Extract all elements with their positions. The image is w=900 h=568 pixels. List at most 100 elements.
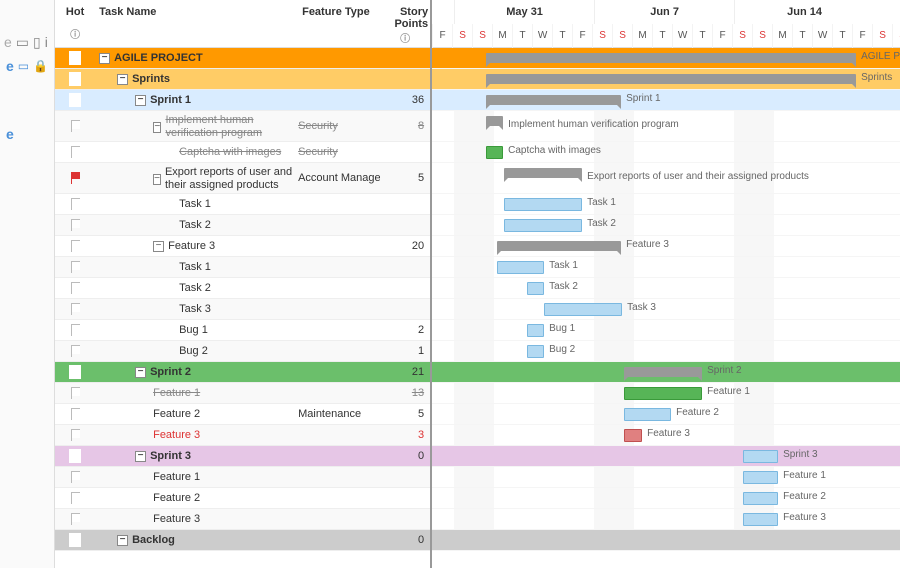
task-row[interactable]: Feature 113 (55, 383, 430, 404)
collapse-toggle[interactable] (117, 535, 128, 546)
task-row[interactable]: Task 1 (55, 194, 430, 215)
gantt-bar[interactable] (743, 471, 778, 484)
gantt-bar[interactable] (624, 387, 702, 400)
col-feature-label[interactable]: Feature Type (302, 6, 370, 18)
gantt-bar[interactable] (624, 429, 642, 442)
flag-icon[interactable] (69, 171, 81, 185)
task-row[interactable]: Task 3 (55, 299, 430, 320)
task-name: Implement human verification program (165, 114, 298, 140)
day-label: S (592, 24, 612, 48)
flag-icon[interactable] (69, 72, 81, 86)
gantt-bar[interactable] (544, 303, 622, 316)
gantt-bar[interactable] (486, 74, 856, 84)
gantt-bar[interactable] (497, 261, 544, 274)
flag-icon[interactable] (69, 93, 81, 107)
flag-icon[interactable] (69, 491, 81, 505)
gantt-bar[interactable] (624, 367, 702, 377)
col-hot-label[interactable]: Hot (66, 6, 84, 18)
task-name: Sprints (132, 73, 170, 85)
flag-icon[interactable] (69, 386, 81, 400)
task-row[interactable]: AGILE PROJECT (55, 48, 430, 69)
task-row[interactable]: Feature 3 (55, 509, 430, 530)
gantt-row: Export reports of user and their assigne… (432, 163, 900, 194)
flag-icon[interactable] (69, 302, 81, 316)
gantt-bar[interactable] (504, 168, 582, 178)
gantt-bar[interactable] (497, 241, 621, 251)
e-icon[interactable]: e (4, 34, 12, 51)
task-row[interactable]: Sprint 30 (55, 446, 430, 467)
flag-icon[interactable] (69, 281, 81, 295)
info-icon[interactable]: i (45, 34, 48, 51)
day-label: M (492, 24, 512, 48)
gantt-bar[interactable] (743, 513, 778, 526)
gantt-bar[interactable] (624, 408, 671, 421)
e-icon[interactable]: e (6, 126, 14, 142)
task-row[interactable]: Feature 2 (55, 488, 430, 509)
info-icon[interactable]: ⓘ (70, 26, 80, 41)
task-row[interactable]: Feature 1 (55, 467, 430, 488)
flag-icon[interactable] (69, 428, 81, 442)
flag-icon[interactable] (69, 407, 81, 421)
lock-icon[interactable]: 🔒 (33, 59, 48, 73)
flag-icon[interactable] (69, 119, 81, 133)
collapse-toggle[interactable] (153, 174, 161, 185)
gantt-bar[interactable] (486, 53, 856, 63)
info-icon[interactable]: ⓘ (400, 30, 410, 45)
task-row[interactable]: Export reports of user and their assigne… (55, 163, 430, 194)
gantt-bar[interactable] (504, 219, 582, 232)
task-row[interactable]: Task 2 (55, 278, 430, 299)
task-name: Bug 1 (179, 324, 208, 336)
collapse-toggle[interactable] (153, 241, 164, 252)
task-row[interactable]: Task 2 (55, 215, 430, 236)
collapse-toggle[interactable] (99, 53, 110, 64)
flag-icon[interactable] (69, 365, 81, 379)
task-row[interactable]: Sprints (55, 69, 430, 90)
day-label: S (612, 24, 632, 48)
gantt-bar[interactable] (527, 324, 544, 337)
task-row[interactable]: Feature 33 (55, 425, 430, 446)
flag-icon[interactable] (69, 218, 81, 232)
flag-icon[interactable] (69, 533, 81, 547)
chat-icon[interactable]: ▭ (16, 34, 29, 51)
task-row[interactable]: Bug 21 (55, 341, 430, 362)
gantt-bar[interactable] (504, 198, 582, 211)
task-row[interactable]: Sprint 221 (55, 362, 430, 383)
flag-icon[interactable] (69, 344, 81, 358)
e-icon[interactable]: e (6, 58, 14, 74)
task-name: Feature 2 (153, 492, 200, 504)
task-row[interactable]: Bug 12 (55, 320, 430, 341)
gantt-bar[interactable] (743, 450, 778, 463)
task-row[interactable]: Backlog0 (55, 530, 430, 551)
flag-icon[interactable] (69, 323, 81, 337)
flag-icon[interactable] (69, 145, 81, 159)
flag-icon[interactable] (69, 260, 81, 274)
flag-icon[interactable] (69, 512, 81, 526)
day-label: F (432, 24, 452, 48)
task-row[interactable]: Implement human verification programSecu… (55, 111, 430, 142)
chat2-icon[interactable]: ▯ (33, 34, 41, 51)
gantt-bar[interactable] (743, 492, 778, 505)
col-task-label[interactable]: Task Name (99, 6, 156, 18)
collapse-toggle[interactable] (117, 74, 128, 85)
task-row[interactable]: Task 1 (55, 257, 430, 278)
gantt-bar[interactable] (486, 146, 503, 159)
collapse-toggle[interactable] (135, 95, 146, 106)
task-row[interactable]: Sprint 136 (55, 90, 430, 111)
gantt-bar[interactable] (486, 95, 621, 105)
collapse-toggle[interactable] (135, 367, 146, 378)
flag-icon[interactable] (69, 449, 81, 463)
task-row[interactable]: Captcha with imagesSecurity (55, 142, 430, 163)
chat-icon[interactable]: ▭ (18, 59, 29, 73)
flag-icon[interactable] (69, 197, 81, 211)
gantt-bar[interactable] (527, 282, 544, 295)
flag-icon[interactable] (69, 51, 81, 65)
flag-icon[interactable] (69, 239, 81, 253)
flag-icon[interactable] (69, 470, 81, 484)
gantt-bar[interactable] (527, 345, 544, 358)
gantt-bar[interactable] (486, 116, 503, 126)
task-row[interactable]: Feature 320 (55, 236, 430, 257)
col-points-label[interactable]: Story Points (382, 6, 428, 30)
collapse-toggle[interactable] (135, 451, 146, 462)
collapse-toggle[interactable] (153, 122, 161, 133)
task-row[interactable]: Feature 2Maintenance5 (55, 404, 430, 425)
